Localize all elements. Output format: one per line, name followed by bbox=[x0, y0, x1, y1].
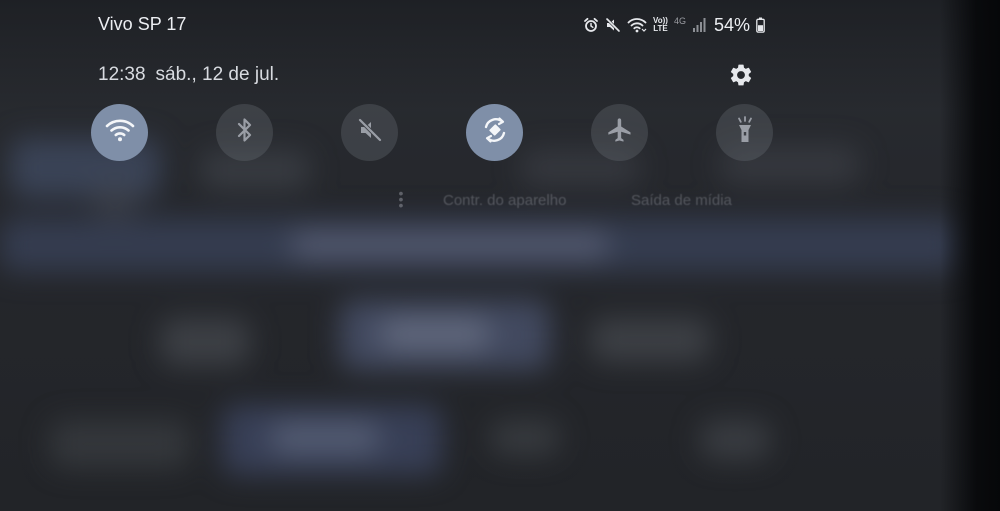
sound-muted-icon bbox=[357, 117, 383, 148]
network-4g-icon: 4G bbox=[673, 16, 686, 26]
auto-rotate-icon bbox=[480, 115, 510, 150]
qs-tile-bluetooth[interactable] bbox=[216, 104, 273, 161]
qs-tile-flashlight[interactable] bbox=[716, 104, 773, 161]
settings-button[interactable] bbox=[726, 62, 756, 92]
quick-settings-row bbox=[0, 104, 1000, 162]
qs-tile-airplane-mode[interactable] bbox=[591, 104, 648, 161]
right-edge-shade bbox=[940, 0, 1000, 511]
wifi-icon bbox=[627, 17, 647, 33]
media-output-label: Saída de mídia bbox=[631, 192, 732, 209]
carrier-name: Vivo SP 17 bbox=[98, 14, 187, 34]
flashlight-icon bbox=[733, 115, 757, 150]
signal-icon bbox=[692, 17, 706, 33]
qs-tile-sound[interactable] bbox=[341, 104, 398, 161]
date: sáb., 12 de jul. bbox=[155, 64, 280, 85]
status-bar: Vivo SP 17 Vo)) LTE 4G 54% bbox=[0, 0, 1000, 50]
alarm-icon bbox=[583, 17, 599, 33]
qs-tile-auto-rotate[interactable] bbox=[466, 104, 523, 161]
device-control-label: Contr. do aparelho bbox=[443, 192, 567, 209]
clock: 12:38 bbox=[98, 64, 146, 85]
more-options-icon: • • • bbox=[398, 185, 404, 213]
wifi-icon bbox=[105, 117, 135, 148]
bluetooth-icon bbox=[235, 116, 255, 149]
notification-shade: • • • Contr. do aparelho Saída de mídia Vi… bbox=[0, 0, 1000, 511]
gear-icon bbox=[728, 62, 754, 93]
qs-tile-wifi[interactable] bbox=[91, 104, 148, 161]
date-time[interactable]: 12:38 sáb., 12 de jul. bbox=[98, 64, 279, 86]
battery-icon bbox=[756, 17, 765, 33]
battery-percent: 54% bbox=[713, 14, 751, 35]
volte-icon: Vo)) LTE bbox=[653, 16, 668, 33]
airplane-icon bbox=[606, 116, 634, 149]
mute-icon bbox=[605, 17, 621, 33]
status-icons: Vo)) LTE 4G 54% bbox=[583, 14, 765, 36]
